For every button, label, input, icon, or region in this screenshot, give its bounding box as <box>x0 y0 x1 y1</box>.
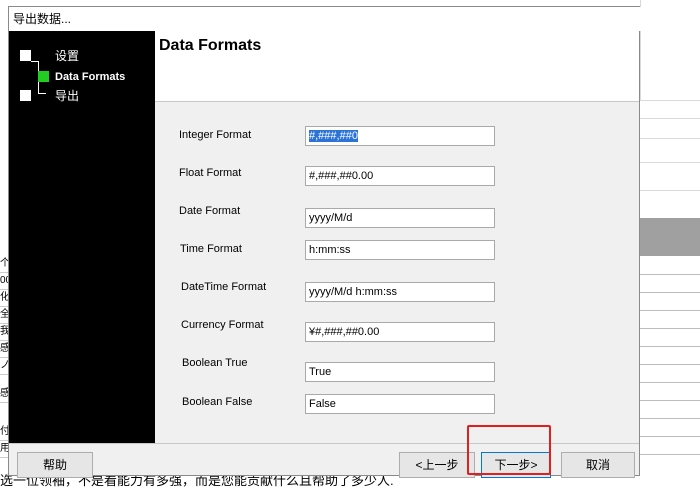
export-wizard-dialog: 导出数据... 设置 Data Formats 导出 Data Formats … <box>8 6 643 478</box>
boolean-true-label: Boolean True <box>182 357 248 369</box>
currency-format-label: Currency Format <box>181 319 264 331</box>
next-button-highlight <box>467 425 551 475</box>
background-toolbar <box>640 0 700 100</box>
wizard-steps-panel: 设置 Data Formats 导出 <box>9 31 155 443</box>
step-data-formats: Data Formats <box>55 71 126 83</box>
background-grid-row <box>640 328 700 329</box>
currency-format-input[interactable]: ¥#,###,##0.00 <box>305 322 495 342</box>
data-formats-form: Integer Format #,###,##0 Float Format #,… <box>155 102 639 443</box>
background-divider <box>640 100 700 101</box>
background-grid-row <box>640 346 700 347</box>
time-format-input[interactable]: h:mm:ss <box>305 240 495 260</box>
background-divider <box>640 138 700 139</box>
background-grid-row <box>640 436 700 437</box>
background-divider <box>640 118 700 119</box>
step-tree-line <box>38 93 46 94</box>
step-pending-icon <box>20 50 31 61</box>
background-divider <box>640 162 700 163</box>
step-pending-icon <box>20 90 31 101</box>
integer-format-label: Integer Format <box>179 129 252 141</box>
background-grid-row <box>640 418 700 419</box>
boolean-true-input[interactable]: True <box>305 362 495 382</box>
float-format-label: Float Format <box>179 167 242 179</box>
dialog-title: 导出数据... <box>9 7 643 31</box>
integer-format-input[interactable]: #,###,##0 <box>305 126 495 146</box>
background-grid-row <box>640 364 700 365</box>
integer-format-value: #,###,##0 <box>309 130 358 142</box>
background-grid-header <box>640 218 700 256</box>
step-settings: 设置 <box>55 49 80 63</box>
step-export: 导出 <box>55 89 80 103</box>
date-format-label: Date Format <box>179 205 241 217</box>
date-format-input[interactable]: yyyy/M/d <box>305 208 495 228</box>
boolean-false-input[interactable]: False <box>305 394 495 414</box>
background-divider <box>640 190 700 191</box>
background-grid-row <box>640 292 700 293</box>
step-current-icon <box>38 71 49 82</box>
background-grid-row <box>640 274 700 275</box>
back-button[interactable]: <上一步 <box>399 452 475 478</box>
help-button[interactable]: 帮助 <box>17 452 93 478</box>
datetime-format-input[interactable]: yyyy/M/d h:mm:ss <box>305 282 495 302</box>
cancel-button[interactable]: 取消 <box>561 452 635 478</box>
page-title: Data Formats <box>159 37 262 54</box>
step-tree-line <box>31 61 39 62</box>
boolean-false-label: Boolean False <box>182 396 253 408</box>
background-grid-row <box>640 382 700 383</box>
page-header: Data Formats <box>155 31 639 102</box>
float-format-input[interactable]: #,###,##0.00 <box>305 166 495 186</box>
datetime-format-label: DateTime Format <box>181 281 267 293</box>
time-format-label: Time Format <box>180 243 242 255</box>
background-grid-row <box>640 400 700 401</box>
background-grid-row <box>640 310 700 311</box>
background-grid-row <box>640 454 700 455</box>
